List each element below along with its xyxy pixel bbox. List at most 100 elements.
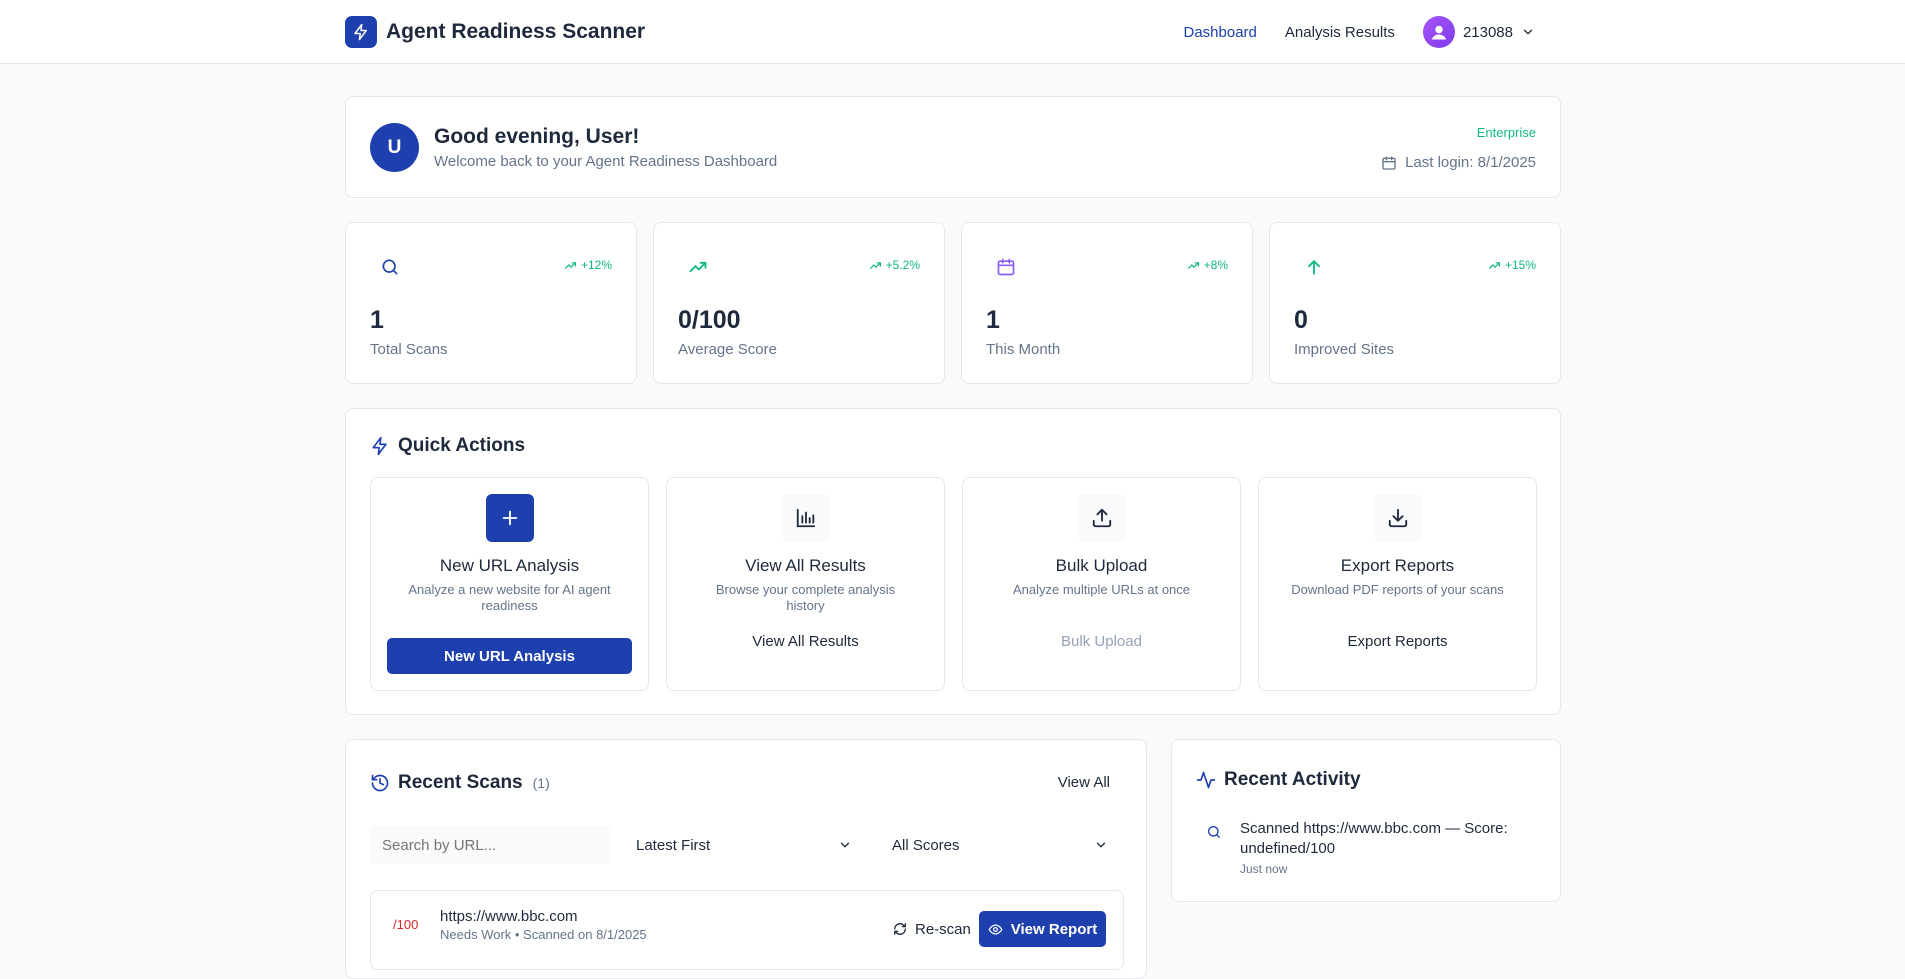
rescan-label: Re-scan [915,920,971,938]
bulk-upload-button[interactable]: Bulk Upload [979,623,1224,659]
app-title: Agent Readiness Scanner [386,20,646,43]
stat-trend-value: +12% [580,258,612,272]
trending-up-icon [689,261,707,273]
recent-scans-card: Recent Scans (1) View All Latest First A… [345,739,1147,979]
stat-value: 0/100 [678,306,741,334]
stat-trend-value: +8% [1203,258,1228,272]
new-url-analysis-button[interactable]: New URL Analysis [387,638,632,674]
quick-action-title: View All Results [745,556,866,575]
scan-score: /100 [393,917,419,932]
stat-trend: +5.2% [869,258,920,272]
welcome-card: U Good evening, User! Welcome back to yo… [345,96,1561,198]
export-reports-button[interactable]: Export Reports [1275,623,1520,659]
main-nav: Dashboard Analysis Results 213088 [1184,0,1536,64]
quick-action-title: Bulk Upload [1055,556,1148,575]
recent-activity-header: Recent Activity [1196,769,1361,791]
nav-analysis-results-link[interactable]: Analysis Results [1285,24,1395,41]
refresh-icon [894,923,906,935]
view-report-button[interactable]: View Report [979,911,1106,947]
plan-badge: Enterprise [1476,125,1536,140]
last-login: Last login: 8/1/2025 [1381,154,1536,171]
stat-trend-value: +15% [1504,258,1536,272]
view-all-results-button[interactable]: View All Results [683,623,928,659]
quick-action-description: Browse your complete analysis history [715,582,896,613]
download-icon [1373,494,1422,542]
activity-item-time: Just now [1240,862,1288,876]
recent-activity-title: Recent Activity [1224,769,1361,790]
last-login-text: Last login: 8/1/2025 [1405,154,1536,171]
search-icon [1208,826,1220,838]
recent-scans-count: (1) [532,775,550,791]
stat-label: Average Score [678,341,777,358]
sort-select[interactable]: Latest First [624,826,864,864]
sort-select-value: Latest First [636,836,711,854]
user-initial-avatar: U [370,123,419,172]
calendar-icon [1382,155,1396,170]
quick-action-description: Analyze multiple URLs at once [1012,582,1191,597]
search-by-url-input[interactable] [370,826,610,864]
quick-actions-header: Quick Actions [370,435,525,457]
stat-value: 1 [370,306,384,334]
recent-scans-title: Recent Scans [398,772,523,793]
scan-meta: Needs Work • Scanned on 8/1/2025 [440,927,647,942]
user-name: 213088 [1462,23,1513,41]
user-menu[interactable]: 213088 [1422,16,1535,48]
greeting-subtitle: Welcome back to your Agent Readiness Das… [434,153,778,170]
stat-trend-value: +5.2% [885,258,920,272]
quick-action-title: Export Reports [1340,556,1455,575]
brand[interactable]: Agent Readiness Scanner [345,16,645,48]
stat-label: Improved Sites [1294,341,1395,358]
stat-card-improved-sites: +15% 0 Improved Sites [1269,222,1561,384]
quick-action-description: Download PDF reports of your scans [1291,582,1504,597]
trending-up-icon [564,261,576,269]
stat-card-total-scans: +12% 1 Total Scans [345,222,637,384]
stat-trend: +12% [564,258,612,272]
view-report-label: View Report [1010,920,1098,938]
nav-dashboard-link[interactable]: Dashboard [1184,24,1257,41]
quick-action-description: Analyze a new website for AI agent readi… [408,582,611,613]
scan-url: https://www.bbc.com [440,908,578,925]
stat-card-this-month: +8% 1 This Month [961,222,1253,384]
trending-up-icon [1187,261,1199,269]
view-all-scans-button[interactable]: View All [1058,774,1110,791]
lightning-icon [372,436,387,456]
stat-trend: +15% [1488,258,1536,272]
chevron-down-icon [1096,842,1106,848]
stat-label: Total Scans [370,341,448,358]
lightning-logo-icon [345,16,377,48]
quick-actions-card: Quick Actions New URL Analysis Analyze a… [345,408,1561,715]
stat-label: This Month [986,341,1061,358]
arrow-up-icon [1308,259,1320,275]
score-filter-select[interactable]: All Scores [880,826,1120,864]
score-filter-value: All Scores [892,836,960,854]
search-icon [382,259,398,275]
stat-card-average-score: +5.2% 0/100 Average Score [653,222,945,384]
upload-icon [1077,494,1126,542]
quick-action-view-all-results[interactable]: View All Results Browse your complete an… [666,477,945,691]
eye-icon [988,923,1003,935]
trending-up-icon [1488,261,1500,269]
history-icon [371,774,389,792]
activity-item-text: Scanned https://www.bbc.com — Score: und… [1240,820,1508,857]
quick-action-bulk-upload[interactable]: Bulk Upload Analyze multiple URLs at onc… [962,477,1241,691]
recent-scans-header: Recent Scans (1) [370,772,550,794]
quick-action-export-reports[interactable]: Export Reports Download PDF reports of y… [1258,477,1537,691]
stat-trend: +8% [1187,258,1228,272]
chevron-down-icon [840,842,850,848]
greeting-heading: Good evening, User! [434,125,640,148]
quick-action-new-url-analysis[interactable]: New URL Analysis Analyze a new website f… [370,477,649,691]
recent-activity-card: Recent Activity Scanned https://www.bbc.… [1171,739,1561,902]
bar-chart-icon [781,494,830,542]
stat-value: 1 [986,306,1000,334]
calendar-icon [997,258,1015,276]
quick-action-title: New URL Analysis [439,556,580,575]
trending-up-icon [869,261,881,269]
user-avatar-icon [1422,16,1455,48]
rescan-button[interactable]: Re-scan [881,911,983,947]
scan-row: /100 https://www.bbc.com Needs Work • Sc… [370,890,1124,970]
activity-icon [1196,771,1216,789]
stat-value: 0 [1294,306,1308,334]
top-navbar: Agent Readiness Scanner Dashboard Analys… [0,0,1905,64]
chevron-down-icon [1523,29,1533,35]
plus-icon [485,494,534,542]
